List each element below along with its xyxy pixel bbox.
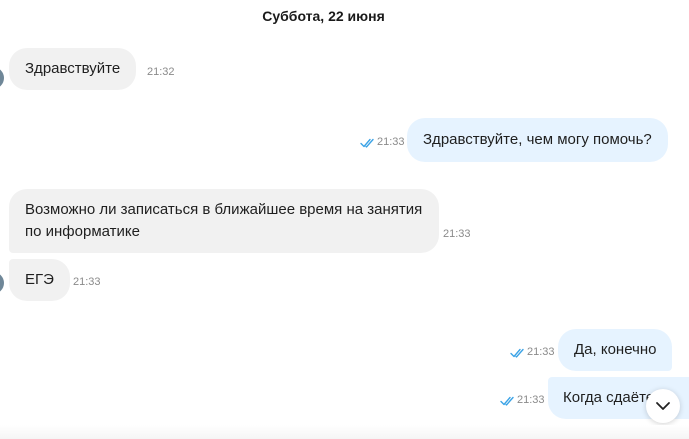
double-check-icon [360, 138, 374, 148]
scroll-down-button[interactable] [646, 389, 680, 423]
incoming-message-bubble[interactable]: Возможно ли записаться в ближайшее время… [9, 189, 439, 253]
message-time: 21:33 [73, 276, 101, 288]
chevron-down-icon [656, 402, 670, 410]
message-time: 21:33 [527, 346, 555, 358]
composer-edge [0, 425, 689, 439]
double-check-icon [510, 348, 524, 358]
outgoing-message-bubble[interactable]: Да, конечно [558, 329, 673, 371]
message-time: 21:33 [517, 394, 545, 406]
message-text: Здравствуйте [25, 60, 121, 77]
message-text: ЕГЭ [25, 271, 54, 288]
double-check-icon [500, 396, 514, 406]
outgoing-message-bubble[interactable]: Здравствуйте, чем могу помочь? [407, 118, 668, 162]
date-header: Суббота, 22 июня [262, 8, 385, 24]
message-text: Возможно ли записаться в ближайшее время… [25, 201, 423, 240]
message-time: 21:33 [377, 136, 405, 148]
message-text: Да, конечно [574, 341, 657, 358]
message-text: Здравствуйте, чем могу помочь? [423, 131, 652, 148]
incoming-message-bubble[interactable]: ЕГЭ [9, 259, 70, 301]
incoming-message-bubble[interactable]: Здравствуйте [9, 48, 137, 90]
avatar[interactable] [0, 272, 4, 294]
message-time: 21:32 [147, 66, 175, 78]
avatar[interactable] [0, 67, 4, 89]
message-text: Когда сдаёте [563, 389, 655, 406]
message-time: 21:33 [443, 228, 471, 240]
